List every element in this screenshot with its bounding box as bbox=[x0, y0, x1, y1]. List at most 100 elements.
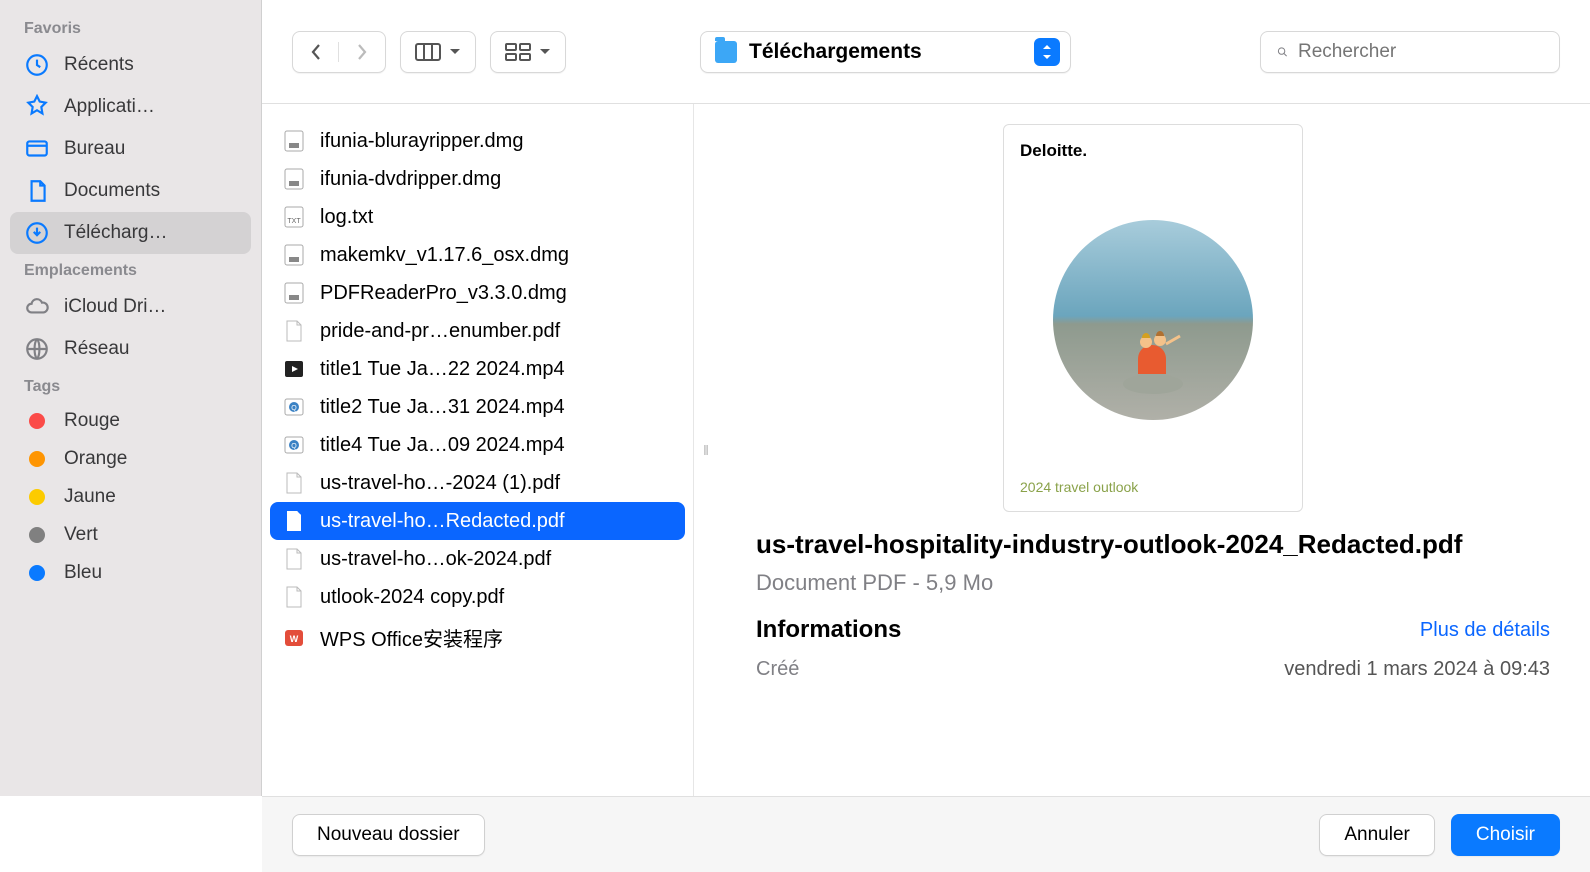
pdf-file-icon bbox=[282, 585, 306, 609]
sidebar-item-label: Jaune bbox=[64, 486, 116, 508]
dmg-file-icon bbox=[282, 243, 306, 267]
mp4-file-icon bbox=[282, 357, 306, 381]
sidebar-tag-vert[interactable]: Vert bbox=[10, 516, 251, 554]
search-box[interactable] bbox=[1260, 31, 1560, 73]
file-name-label: makemkv_v1.17.6_osx.dmg bbox=[320, 244, 569, 267]
file-list-column[interactable]: ifunia-blurayripper.dmg ifunia-dvdripper.… bbox=[262, 104, 694, 796]
qt-file-icon: Q bbox=[282, 395, 306, 419]
sidebar-item-bureau[interactable]: Bureau bbox=[10, 128, 251, 170]
file-name-label: us-travel-ho…ok-2024.pdf bbox=[320, 548, 551, 571]
desktop-icon bbox=[24, 136, 50, 162]
sidebar: Favoris Récents Applicati… Bureau Docume… bbox=[0, 0, 262, 796]
file-row[interactable]: ifunia-dvdripper.dmg bbox=[262, 160, 693, 198]
file-name-label: us-travel-ho…Redacted.pdf bbox=[320, 510, 565, 533]
file-row[interactable]: us-travel-ho…ok-2024.pdf bbox=[262, 540, 693, 578]
file-row[interactable]: PDFReaderPro_v3.3.0.dmg bbox=[262, 274, 693, 312]
file-row[interactable]: pride-and-pr…enumber.pdf bbox=[262, 312, 693, 350]
sidebar-item-label: Bleu bbox=[64, 562, 102, 584]
txt-file-icon: TXT bbox=[282, 205, 306, 229]
back-button[interactable] bbox=[293, 42, 339, 62]
file-name-label: us-travel-ho…-2024 (1).pdf bbox=[320, 472, 560, 495]
file-name-label: pride-and-pr…enumber.pdf bbox=[320, 320, 560, 343]
location-label: Téléchargements bbox=[749, 40, 922, 64]
sidebar-item-label: iCloud Dri… bbox=[64, 296, 166, 318]
sidebar-tag-jaune[interactable]: Jaune bbox=[10, 478, 251, 516]
sidebar-item-recents[interactable]: Récents bbox=[10, 44, 251, 86]
sidebar-item-documents[interactable]: Documents bbox=[10, 170, 251, 212]
choose-button[interactable]: Choisir bbox=[1451, 814, 1560, 856]
download-icon bbox=[24, 220, 50, 246]
file-row[interactable]: TXT log.txt bbox=[262, 198, 693, 236]
file-row[interactable]: title1 Tue Ja…22 2024.mp4 bbox=[262, 350, 693, 388]
sidebar-section-favoris: Favoris bbox=[10, 12, 251, 44]
pdf-file-icon bbox=[282, 509, 306, 533]
search-icon bbox=[1277, 42, 1288, 62]
search-input[interactable] bbox=[1298, 41, 1543, 63]
sidebar-item-applications[interactable]: Applicati… bbox=[10, 86, 251, 128]
sidebar-item-label: Vert bbox=[64, 524, 98, 546]
qt-file-icon: Q bbox=[282, 433, 306, 457]
tag-dot-icon bbox=[29, 527, 45, 543]
file-row[interactable]: makemkv_v1.17.6_osx.dmg bbox=[262, 236, 693, 274]
file-row[interactable]: Qtitle4 Tue Ja…09 2024.mp4 bbox=[262, 426, 693, 464]
file-name-label: ifunia-blurayripper.dmg bbox=[320, 130, 523, 153]
sidebar-item-network[interactable]: Réseau bbox=[10, 328, 251, 370]
file-row[interactable]: Qtitle2 Tue Ja…31 2024.mp4 bbox=[262, 388, 693, 426]
file-name-label: PDFReaderPro_v3.3.0.dmg bbox=[320, 282, 567, 305]
nav-button-group bbox=[292, 31, 386, 73]
svg-text:W: W bbox=[290, 634, 299, 644]
cancel-button[interactable]: Annuler bbox=[1319, 814, 1435, 856]
document-icon bbox=[24, 178, 50, 204]
clock-icon bbox=[24, 52, 50, 78]
column-view-button[interactable] bbox=[400, 31, 476, 73]
file-row[interactable]: WWPS Office安装程序 bbox=[262, 616, 693, 659]
file-name-label: title2 Tue Ja…31 2024.mp4 bbox=[320, 396, 565, 419]
file-name-label: utlook-2024 copy.pdf bbox=[320, 586, 504, 609]
file-row[interactable]: utlook-2024 copy.pdf bbox=[262, 578, 693, 616]
tag-dot-icon bbox=[29, 489, 45, 505]
sidebar-tag-rouge[interactable]: Rouge bbox=[10, 402, 251, 440]
preview-meta: Document PDF - 5,9 Mo bbox=[756, 570, 1550, 596]
content-area: Téléchargements ifunia-blurayripper.dmgi… bbox=[262, 0, 1590, 796]
file-row[interactable]: ifunia-blurayripper.dmg bbox=[262, 122, 693, 160]
location-dropdown[interactable]: Téléchargements bbox=[700, 31, 1071, 73]
preview-pane: Deloitte. 2024 travel outlook us-travel-… bbox=[716, 104, 1590, 796]
tag-dot-icon bbox=[29, 451, 45, 467]
sidebar-item-label: Télécharg… bbox=[64, 222, 168, 244]
preview-brand: Deloitte. bbox=[1020, 141, 1286, 161]
sidebar-item-label: Réseau bbox=[64, 338, 130, 360]
dialog-footer: Nouveau dossier Annuler Choisir bbox=[262, 796, 1590, 872]
tag-dot-icon bbox=[29, 565, 45, 581]
dmg-file-icon bbox=[282, 167, 306, 191]
sidebar-tag-orange[interactable]: Orange bbox=[10, 440, 251, 478]
forward-button[interactable] bbox=[339, 42, 385, 62]
file-name-label: title1 Tue Ja…22 2024.mp4 bbox=[320, 358, 565, 381]
sidebar-item-label: Applicati… bbox=[64, 96, 155, 118]
file-name-label: log.txt bbox=[320, 206, 373, 229]
sidebar-item-icloud[interactable]: iCloud Dri… bbox=[10, 286, 251, 328]
more-details-link[interactable]: Plus de détails bbox=[1420, 619, 1550, 642]
created-value: vendredi 1 mars 2024 à 09:43 bbox=[1284, 658, 1550, 681]
preview-filename: us-travel-hospitality-industry-outlook-2… bbox=[756, 526, 1550, 562]
new-folder-button[interactable]: Nouveau dossier bbox=[292, 814, 485, 856]
file-name-label: title4 Tue Ja…09 2024.mp4 bbox=[320, 434, 565, 457]
column-resize-handle[interactable]: ‖ bbox=[694, 104, 716, 796]
apps-icon bbox=[24, 94, 50, 120]
cloud-icon bbox=[24, 294, 50, 320]
sidebar-item-label: Orange bbox=[64, 448, 127, 470]
sidebar-item-label: Documents bbox=[64, 180, 160, 202]
sidebar-item-downloads[interactable]: Télécharg… bbox=[10, 212, 251, 254]
pdf-file-icon bbox=[282, 319, 306, 343]
file-row[interactable]: us-travel-ho…-2024 (1).pdf bbox=[262, 464, 693, 502]
sidebar-tag-bleu[interactable]: Bleu bbox=[10, 554, 251, 592]
chevron-down-icon bbox=[449, 48, 461, 56]
tag-dot-icon bbox=[29, 413, 45, 429]
preview-caption: 2024 travel outlook bbox=[1020, 479, 1286, 495]
file-row[interactable]: us-travel-ho…Redacted.pdf bbox=[270, 502, 685, 540]
pdf-file-icon bbox=[282, 547, 306, 571]
dmg-file-icon bbox=[282, 281, 306, 305]
svg-text:Q: Q bbox=[291, 443, 297, 450]
file-browser: ifunia-blurayripper.dmg ifunia-dvdripper.… bbox=[262, 104, 1590, 796]
group-view-button[interactable] bbox=[490, 31, 566, 73]
toolbar: Téléchargements bbox=[262, 0, 1590, 104]
